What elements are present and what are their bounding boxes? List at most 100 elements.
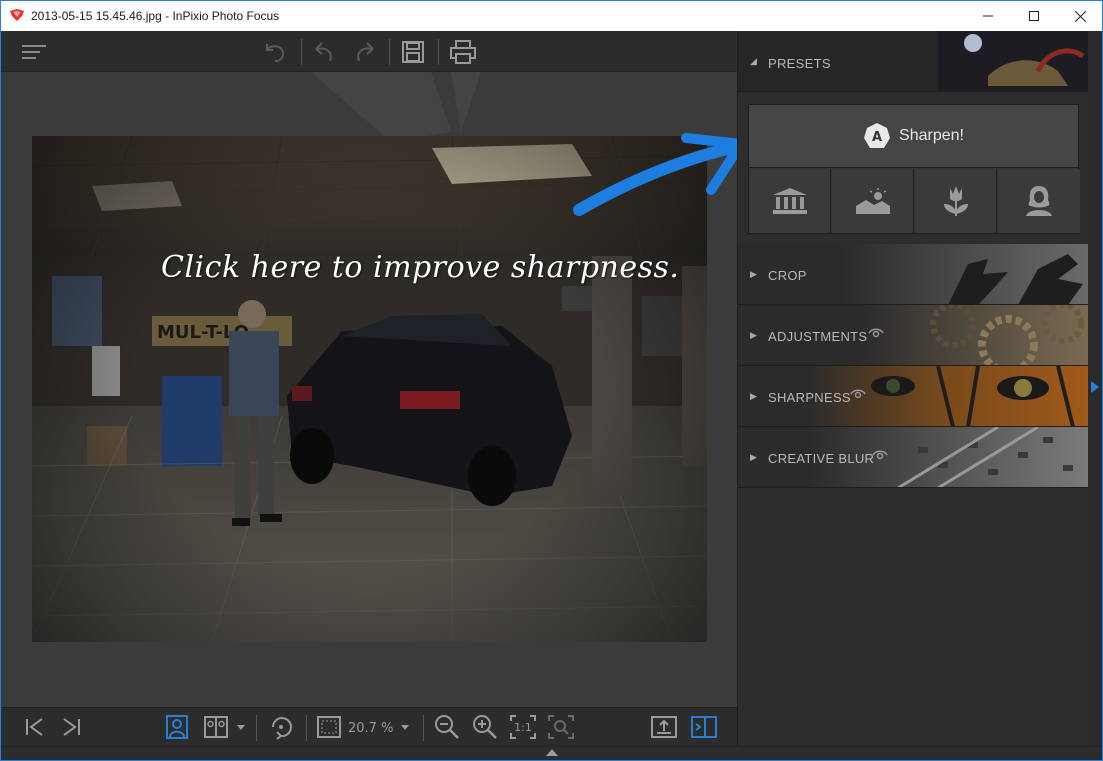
rotate-button[interactable] [267, 713, 295, 741]
actual-size-button[interactable]: 1:1 [509, 713, 537, 741]
single-view-button[interactable] [163, 713, 191, 741]
export-button[interactable] [650, 713, 678, 741]
preset-architecture[interactable] [749, 169, 831, 233]
fit-to-screen-button[interactable] [315, 713, 343, 741]
minimize-button[interactable] [965, 1, 1011, 31]
skip-next-icon [63, 718, 80, 736]
preset-flower[interactable] [915, 169, 997, 233]
undo-icon [315, 42, 332, 62]
hamburger-menu-icon [22, 45, 46, 59]
maximize-icon [1029, 11, 1039, 21]
single-view-icon [166, 715, 188, 739]
portrait-icon [1026, 186, 1052, 216]
preset-portrait[interactable] [998, 169, 1080, 233]
presets-header[interactable]: ◢ PRESETS [738, 31, 1088, 92]
callout-arrow [573, 133, 737, 216]
compare-view-icon [204, 716, 228, 738]
collapse-panel-icon[interactable] [1091, 381, 1099, 393]
compare-view-dropdown[interactable] [231, 713, 251, 741]
toolbar-divider [301, 39, 302, 65]
print-icon [450, 40, 476, 64]
previous-image-button[interactable] [21, 713, 49, 741]
panel-scroll-strip[interactable] [1088, 31, 1102, 746]
side-panel-icon [691, 716, 717, 738]
close-button[interactable] [1057, 1, 1102, 31]
auto-badge-icon: A [864, 123, 891, 148]
rotate-icon [272, 717, 292, 740]
skip-previous-icon [26, 718, 43, 736]
window-title: 2013-05-15 15.45.46.jpg - InPixio Photo … [31, 9, 280, 23]
toggle-panel-button[interactable] [690, 713, 718, 741]
bottom-divider [423, 715, 424, 741]
sharpness-callout: Click here to improve sharpness. [161, 250, 680, 285]
bottom-divider [256, 715, 257, 741]
zoom-out-button[interactable] [433, 713, 461, 741]
next-image-button[interactable] [57, 713, 85, 741]
toolbar-divider [389, 39, 390, 65]
save-icon [402, 41, 424, 63]
eye-icon[interactable] [850, 388, 866, 400]
sharpen-label: Sharpen! [899, 127, 964, 144]
architecture-icon [772, 188, 807, 214]
svg-text:1:1: 1:1 [514, 721, 532, 734]
compare-view-button[interactable] [202, 713, 230, 741]
app-window: 2013-05-15 15.45.46.jpg - InPixio Photo … [0, 0, 1103, 761]
zoom-level: 20.7 % [348, 721, 394, 736]
expand-arrow-icon: ▶ [750, 270, 757, 280]
sharpness-section-header[interactable]: ▶ SHARPNESS [738, 366, 1088, 427]
chevron-down-icon [237, 724, 245, 730]
zoom-in-button[interactable] [471, 713, 499, 741]
landscape-icon [855, 188, 890, 214]
zoom-in-icon [473, 715, 497, 739]
status-bar [1, 746, 1102, 760]
sharpness-label: SHARPNESS [768, 390, 851, 405]
creative-blur-label: CREATIVE BLUR [768, 451, 875, 466]
preset-landscape[interactable] [832, 169, 914, 233]
undo-button[interactable] [312, 39, 338, 65]
minimize-icon [983, 15, 993, 17]
print-button[interactable] [450, 39, 476, 65]
fit-to-screen-icon [317, 716, 341, 738]
adjustments-label: ADJUSTMENTS [768, 329, 868, 344]
bottom-toolbar: 20.7 % 1:1 [1, 707, 737, 746]
app-logo-icon [10, 9, 24, 21]
creative-blur-section-header[interactable]: ▶ CREATIVE BLUR [738, 427, 1088, 488]
maximize-button[interactable] [1011, 1, 1057, 31]
close-icon [1074, 10, 1086, 22]
expand-arrow-icon: ▶ [750, 331, 757, 341]
export-icon [651, 716, 677, 738]
sharpen-button[interactable]: A Sharpen! [749, 105, 1078, 168]
svg-text:A: A [872, 130, 882, 145]
adjustment-panel: ◢ PRESETS A Sharpen! ▶ CROP ▶ ADJUSTMENT… [737, 31, 1088, 746]
bottom-divider [306, 715, 307, 741]
crop-label: CROP [768, 268, 807, 283]
expand-filmstrip-icon[interactable] [546, 749, 558, 756]
collapse-arrow-icon: ◢ [750, 57, 757, 67]
zoom-selection-icon [548, 715, 574, 739]
chevron-down-icon [401, 724, 409, 730]
redo-button[interactable] [351, 39, 377, 65]
top-toolbar [1, 31, 737, 72]
presets-box: A Sharpen! [748, 104, 1080, 234]
watermark-logo [311, 72, 481, 142]
undo-all-icon [266, 44, 285, 62]
flower-icon [943, 186, 968, 216]
save-button[interactable] [400, 39, 426, 65]
image-canvas[interactable]: MUL-T-LO [1, 72, 737, 707]
crop-section-header[interactable]: ▶ CROP [738, 244, 1088, 305]
presets-label: PRESETS [768, 56, 831, 71]
title-bar: 2013-05-15 15.45.46.jpg - InPixio Photo … [1, 1, 1102, 31]
zoom-out-icon [435, 715, 459, 739]
adjustments-section-header[interactable]: ▶ ADJUSTMENTS [738, 305, 1088, 366]
eye-icon[interactable] [872, 449, 888, 461]
menu-button[interactable] [21, 39, 47, 65]
eye-icon[interactable] [868, 327, 884, 339]
actual-size-icon: 1:1 [510, 715, 536, 739]
expand-arrow-icon: ▶ [750, 453, 757, 463]
zoom-level-dropdown[interactable] [395, 713, 415, 741]
expand-arrow-icon: ▶ [750, 392, 757, 402]
toolbar-divider [438, 39, 439, 65]
undo-all-button[interactable] [262, 39, 288, 65]
zoom-to-selection-button[interactable] [547, 713, 575, 741]
redo-icon [357, 42, 374, 62]
